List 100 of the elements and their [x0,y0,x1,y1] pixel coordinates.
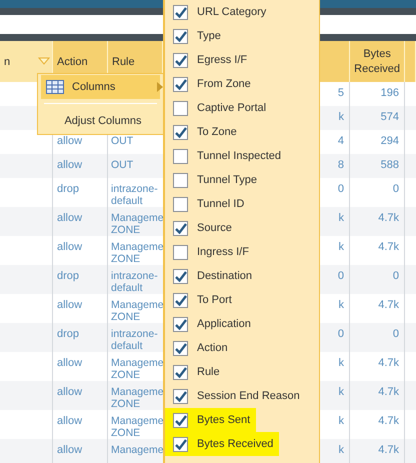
table-cell: 4.7k [378,386,399,398]
checkbox[interactable] [173,172,188,188]
table-cell: k [338,241,344,253]
checkbox[interactable] [173,412,188,428]
checkmark-icon [174,366,186,378]
table-cell: allow [57,357,82,369]
checkbox[interactable] [173,196,188,212]
checkmark-icon [174,126,186,138]
checkbox-item[interactable]: To Port [165,288,238,312]
checkbox-item[interactable]: Tunnel Type [165,168,263,192]
table-cell: 4.7k [378,299,399,311]
table-cell: 4.7k [378,241,399,253]
table-cell: allow [57,241,82,253]
table-cell: 4 [338,135,344,147]
table-cell: k [338,111,344,123]
table-cell: OUT [111,135,134,147]
table-cell: allow [57,135,82,147]
checkbox[interactable] [173,148,188,164]
checkbox-item[interactable]: Application [165,312,257,336]
table-cell: 574 [380,111,399,123]
checkbox[interactable] [173,52,188,68]
checkbox-item[interactable]: Bytes Sent [165,408,256,432]
checkbox[interactable] [173,244,188,260]
checkbox-item[interactable]: Ingress I/F [165,240,255,264]
checkbox[interactable] [173,364,188,380]
checkbox-item[interactable]: Session End Reason [165,384,306,408]
checkbox-item[interactable]: Tunnel ID [165,192,250,216]
checkbox-item[interactable]: Captive Portal [165,96,272,120]
table-cell: 0 [338,328,344,340]
table-cell: OUT [111,159,134,171]
table-cell: Manageme [111,444,164,456]
table-cell-text: intrazone-default [111,328,159,352]
checkbox[interactable] [173,268,188,284]
checkbox[interactable] [173,316,188,332]
table-cell: allow [57,386,82,398]
table-cell: 4.7k [378,444,399,456]
table-cell: k [338,357,344,369]
column-header[interactable]: n [0,41,53,82]
table-cell: 5 [338,87,344,99]
checkmark-icon [174,270,186,282]
table-cell: Manageme ZONE [111,212,162,236]
checkmark-icon [174,30,186,42]
table-cell: 8 [338,159,344,171]
table-cell: Manageme ZONE [111,415,162,439]
table-cell: allow [57,444,82,456]
table-cell: 4.7k [378,357,399,369]
table-cell: drop [57,328,80,340]
checkmark-icon [174,438,186,450]
table-cell: 0 [392,183,399,195]
checkbox-item[interactable]: Rule [165,360,226,384]
table-cell: 0 [338,270,344,282]
checkbox-item[interactable]: Egress I/F [165,48,254,72]
table-cell: Manageme ZONE [111,357,162,381]
table-cell: Manageme ZONE [111,241,162,265]
table-cell: Manageme ZONE [111,386,162,410]
checkbox-item[interactable]: URL Category [165,0,272,24]
table-cell: 4.7k [378,212,399,224]
table-cell: 0 [392,270,399,282]
checkmark-icon [174,78,186,90]
table-cell-text: intrazone-default [111,270,159,294]
table-cell: allow [57,415,82,427]
checkmark-icon [174,414,186,426]
checkbox[interactable] [173,436,188,452]
checkbox[interactable] [173,100,188,116]
checkmark-icon [174,294,186,306]
checkbox-item[interactable]: Tunnel Inspected [165,144,287,168]
checkbox[interactable] [173,292,188,308]
checkbox[interactable] [173,388,188,404]
checkbox-item[interactable]: Action [165,336,234,360]
checkmark-icon [174,54,186,66]
checkbox-item[interactable]: To Zone [165,120,243,144]
menu-item[interactable]: Adjust Columns [41,110,160,134]
table-cell: Manageme ZONE [111,299,162,323]
table-cell: 294 [380,135,399,147]
table-cell: k [338,444,344,456]
checkbox[interactable] [173,124,188,140]
checkmark-icon [174,318,186,330]
table-cell: 0 [392,328,399,340]
checkmark-icon [174,6,186,18]
checkbox-item[interactable]: Destination [165,264,258,288]
columns-icon [46,80,64,94]
checkbox-item[interactable]: Source [165,216,238,240]
table-cell: allow [57,212,82,224]
checkbox[interactable] [173,340,188,356]
table-cell-text: intrazone-default [111,183,159,207]
table-cell: 0 [338,183,344,195]
checkbox-item[interactable]: Type [165,24,227,48]
checkmark-icon [174,342,186,354]
menu-item[interactable]: Columns [41,75,160,99]
table-cell: 4.7k [378,415,399,427]
checkbox[interactable] [173,76,188,92]
table-cell: k [338,212,344,224]
checkbox-item[interactable]: Bytes Received [165,432,280,456]
table-cell: 588 [380,159,399,171]
table-cell: k [338,386,344,398]
checkmark-icon [174,390,186,402]
checkbox[interactable] [173,4,188,20]
checkbox-item[interactable]: From Zone [165,72,257,96]
checkbox[interactable] [173,28,188,44]
checkbox[interactable] [173,220,188,236]
